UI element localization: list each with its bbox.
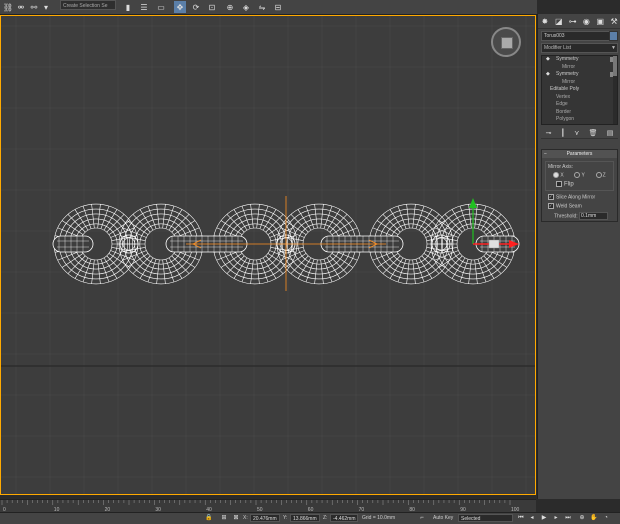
viewcube-icon[interactable] — [491, 27, 521, 57]
next-frame-icon[interactable]: ▸ — [552, 514, 560, 522]
rotate-icon[interactable]: ⟳ — [190, 1, 202, 13]
select-by-name-icon[interactable]: ☰ — [138, 1, 150, 13]
parameters-rollout: −Parameters Mirror Axis: X Y Z Flip Slic… — [541, 149, 618, 222]
object-color-swatch[interactable] — [609, 31, 618, 41]
y-axis-head — [469, 198, 477, 208]
previous-frame-icon[interactable]: ◂ — [528, 514, 536, 522]
hierarchy-tab-icon[interactable]: ⊶ — [567, 17, 578, 26]
motion-tab-icon[interactable]: ◉ — [581, 17, 592, 26]
y-coord-field[interactable]: 13.866mm — [290, 514, 320, 522]
stack-item-editable-poly[interactable]: Editable Poly — [542, 86, 617, 94]
mirror-icon[interactable]: ⇋ — [256, 1, 268, 13]
chevron-down-icon: ▼ — [611, 45, 616, 51]
z-coord-field[interactable]: -4.462mm — [330, 514, 358, 522]
key-mode-icon[interactable]: ⌐ — [418, 514, 426, 522]
stack-item-polygon[interactable]: Polygon — [542, 116, 617, 124]
unlink-icon[interactable]: ⚮ — [15, 1, 27, 13]
modify-tab-icon[interactable]: ◪ — [553, 17, 564, 26]
flip-checkbox[interactable]: Flip — [556, 181, 611, 188]
pan-icon[interactable]: ✋ — [590, 514, 598, 522]
play-icon[interactable]: ▶ — [540, 514, 548, 522]
make-unique-icon[interactable]: ⋎ — [574, 129, 579, 137]
main-toolbar: ⛓ ⚮ ⚯ ▾ Create Selection Se ▮ ☰ ▭ ✥ ⟳ ⊡ … — [0, 0, 537, 15]
pin-stack-icon[interactable]: ⊸ — [546, 129, 552, 137]
stack-item-vertex[interactable]: Vertex — [542, 94, 617, 102]
absolute-mode-icon[interactable]: ⊠ — [232, 514, 240, 522]
axis-y-radio[interactable]: Y — [574, 172, 585, 178]
rect-region-icon[interactable]: ▭ — [155, 1, 167, 13]
z-label: Z: — [323, 515, 328, 521]
stack-tools: ⊸ ┃ ⋎ 🗑 ▤ — [541, 127, 618, 139]
mirror-axis-label: Mirror Axis: — [548, 164, 573, 170]
object-name-field[interactable]: Torus003 — [541, 31, 618, 41]
selection-icon[interactable]: ⊞ — [220, 514, 228, 522]
display-tab-icon[interactable]: ▣ — [595, 17, 606, 26]
create-tab-icon[interactable]: ✸ — [539, 17, 550, 26]
auto-key-button[interactable]: Auto Key — [433, 514, 453, 522]
stack-item-edge[interactable]: Edge — [542, 101, 617, 109]
bind-spacewarp-icon[interactable]: ⚯ — [28, 1, 40, 13]
show-end-result-icon[interactable]: ┃ — [561, 129, 565, 137]
reference-coord-icon[interactable]: ⊕ — [224, 1, 236, 13]
stack-scrollbar[interactable] — [613, 56, 617, 124]
viewport-canvas[interactable] — [1, 16, 535, 494]
perspective-viewport[interactable] — [0, 15, 536, 495]
command-panel: ✸ ◪ ⊶ ◉ ▣ ⚒ Torus003 Modifier List ▼ ◆ Sym… — [537, 14, 620, 499]
slice-along-mirror-checkbox[interactable]: Slice Along Mirror — [548, 193, 614, 200]
go-to-start-icon[interactable]: ⏮ — [517, 514, 525, 522]
parameters-rollout-title[interactable]: − Parameters — [542, 150, 617, 158]
selected-dropdown[interactable]: Selected — [458, 514, 513, 522]
time-ruler[interactable]: 0 10 20 30 40 50 60 70 80 90 100 — [0, 499, 536, 513]
stack-item-symmetry[interactable]: ◆ Symmetry — [542, 56, 617, 64]
threshold-label: Threshold: — [554, 213, 578, 220]
axis-z-radio[interactable]: Z — [595, 172, 606, 178]
select-object-icon[interactable]: ▮ — [122, 1, 134, 13]
bulb-icon[interactable]: ◆ — [546, 71, 550, 79]
utilities-tab-icon[interactable]: ⚒ — [609, 17, 620, 26]
stack-item-mirror[interactable]: Mirror — [542, 64, 617, 72]
command-panel-tabs: ✸ ◪ ⊶ ◉ ▣ ⚒ — [538, 14, 620, 29]
status-bar: 🔒 ⊞ ⊠ X: 20.476mm Y: 13.866mm Z: -4.462m… — [0, 512, 620, 524]
align-icon[interactable]: ⊟ — [272, 1, 284, 13]
remove-modifier-icon[interactable]: 🗑 — [589, 129, 598, 137]
grid-readout: Grid = 10.0mm — [362, 515, 396, 521]
link-icon[interactable]: ⛓ — [2, 1, 14, 13]
threshold-row: Threshold: 0.1mm — [548, 211, 614, 220]
mirror-axis-group: Mirror Axis: X Y Z Flip — [545, 161, 614, 191]
configure-sets-icon[interactable]: ▤ — [607, 129, 614, 137]
x-coord-field[interactable]: 20.476mm — [250, 514, 280, 522]
y-label: Y: — [283, 515, 288, 521]
zoom-icon[interactable]: ⊕ — [578, 514, 586, 522]
modifier-list-dropdown[interactable]: Modifier List ▼ — [541, 43, 618, 53]
pivot-icon[interactable]: ◈ — [240, 1, 252, 13]
bulb-icon[interactable]: ◆ — [546, 56, 550, 64]
modifier-stack[interactable]: ◆ Symmetry Mirror ◆ Symmetry Mirror Editab… — [541, 55, 618, 125]
lock-selection-icon[interactable]: 🔒 — [205, 514, 213, 522]
move-icon[interactable]: ✥ — [174, 1, 186, 13]
stack-item-mirror-2[interactable]: Mirror — [542, 79, 617, 87]
orbit-icon[interactable]: ◔ — [602, 514, 610, 522]
axis-x-radio[interactable]: X — [553, 172, 564, 178]
pivot-square — [488, 239, 500, 249]
x-label: X: — [243, 515, 248, 521]
go-to-end-icon[interactable]: ⏭ — [564, 514, 572, 522]
threshold-spinner[interactable]: 0.1mm — [579, 211, 609, 220]
select-filter-icon[interactable]: ▾ — [40, 1, 52, 13]
stack-item-symmetry-2[interactable]: ◆ Symmetry — [542, 71, 617, 79]
stack-item-border[interactable]: Border — [542, 109, 617, 117]
selection-filter-dropdown[interactable]: Create Selection Se — [60, 0, 116, 10]
scale-icon[interactable]: ⊡ — [206, 1, 218, 13]
weld-seam-checkbox[interactable]: Weld Seam — [548, 202, 614, 209]
